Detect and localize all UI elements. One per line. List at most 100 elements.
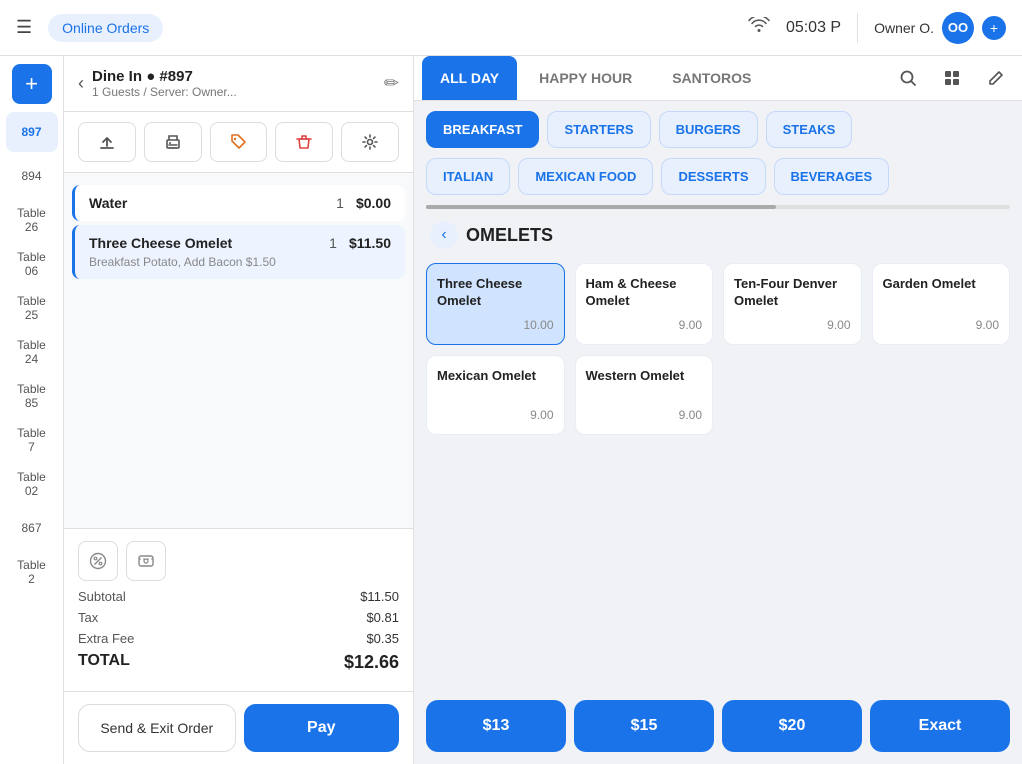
fee-icon-btn[interactable] (126, 541, 166, 581)
item-price-water: $0.00 (356, 195, 391, 211)
item-qty-omelet: 1 (329, 235, 337, 251)
tab-happy-hour[interactable]: HAPPY HOUR (521, 56, 650, 100)
order-edit-icon[interactable]: ✏ (384, 73, 399, 94)
item-qty-water: 1 (336, 195, 344, 211)
section-back-button[interactable]: ‹ (430, 221, 458, 249)
header-divider (857, 13, 858, 43)
menu-item-price-1: 9.00 (586, 318, 703, 332)
category-burgers[interactable]: BURGERS (659, 111, 758, 148)
sidebar-item-table-7[interactable]: Table7 (6, 420, 58, 460)
item-mods-omelet: Breakfast Potato, Add Bacon $1.50 (89, 255, 391, 269)
sidebar-item-table-06[interactable]: Table06 (6, 244, 58, 284)
category-breakfast[interactable]: BREAKFAST (426, 111, 539, 148)
send-exit-button[interactable]: Send & Exit Order (78, 704, 236, 752)
sidebar-item-table-02-label: Table02 (17, 470, 46, 499)
order-footer: Send & Exit Order Pay (64, 691, 413, 764)
menu-item-price-3: 9.00 (883, 318, 1000, 332)
menu-item-ten-four-denver-omelet[interactable]: Ten-Four Denver Omelet 9.00 (723, 263, 862, 345)
extra-fee-row: Extra Fee $0.35 (78, 631, 399, 646)
sidebar-item-table-2-label: Table2 (17, 558, 46, 587)
order-item-omelet[interactable]: Three Cheese Omelet 1 $11.50 Breakfast P… (72, 225, 405, 279)
category-mexican-food[interactable]: MEXICAN FOOD (518, 158, 653, 195)
menu-item-name-5: Western Omelet (586, 368, 703, 385)
sidebar-item-867[interactable]: 867 (6, 508, 58, 548)
action-tag-btn[interactable] (210, 122, 268, 162)
sidebar-item-894[interactable]: 894 (6, 156, 58, 196)
order-summary: Subtotal $11.50 Tax $0.81 Extra Fee $0.3… (64, 528, 413, 691)
item-price-omelet: $11.50 (349, 235, 391, 251)
online-orders-button[interactable]: Online Orders (48, 14, 163, 42)
sidebar-item-table-7-label: Table7 (17, 426, 46, 455)
menu-item-price-5: 9.00 (586, 408, 703, 422)
add-button[interactable]: + (12, 64, 52, 104)
subtotal-value: $11.50 (360, 589, 399, 604)
section-header: ‹ OMELETS (414, 211, 1022, 255)
owner-button[interactable]: Owner O. OO + (874, 12, 1006, 44)
order-back-button[interactable]: ‹ (78, 73, 84, 94)
tab-all-day[interactable]: ALL DAY (422, 56, 517, 100)
order-number: #897 (159, 68, 192, 85)
sidebar-item-table-25[interactable]: Table25 (6, 288, 58, 328)
sidebar-item-table-24-label: Table24 (17, 338, 46, 367)
owner-expand-icon[interactable]: + (982, 16, 1006, 40)
sidebar-item-table-02[interactable]: Table02 (6, 464, 58, 504)
sidebar-item-table-85-label: Table85 (17, 382, 46, 411)
sidebar-item-897[interactable]: 897 (6, 112, 58, 152)
order-item-water[interactable]: Water 1 $0.00 (72, 185, 405, 221)
menu-tabs: ALL DAY HAPPY HOUR SANTOROS (414, 56, 1022, 101)
item-name-water: Water (89, 195, 324, 211)
order-header: ‹ Dine In ● #897 1 Guests / Server: Owne… (64, 56, 413, 112)
extra-fee-value: $0.35 (366, 631, 399, 646)
menu-item-price-0: 10.00 (437, 318, 554, 332)
menu-item-garden-omelet[interactable]: Garden Omelet 9.00 (872, 263, 1011, 345)
menu-panel: ALL DAY HAPPY HOUR SANTOROS (414, 56, 1022, 764)
menu-item-name-3: Garden Omelet (883, 276, 1000, 293)
order-panel: ‹ Dine In ● #897 1 Guests / Server: Owne… (64, 56, 414, 764)
category-italian[interactable]: ITALIAN (426, 158, 510, 195)
menu-item-western-omelet[interactable]: Western Omelet 9.00 (575, 355, 714, 435)
main-layout: + 897 894 Table26 Table06 Table25 Table2… (0, 56, 1022, 764)
order-item-row-2: Three Cheese Omelet 1 $11.50 (89, 235, 391, 251)
sidebar-item-table-2[interactable]: Table2 (6, 552, 58, 592)
menu-item-mexican-omelet[interactable]: Mexican Omelet 9.00 (426, 355, 565, 435)
action-settings-btn[interactable] (341, 122, 399, 162)
discount-icon-btn[interactable] (78, 541, 118, 581)
quick-pay-15[interactable]: $15 (574, 700, 714, 752)
menu-item-name-1: Ham & Cheese Omelet (586, 276, 703, 310)
edit-icon-btn[interactable] (978, 60, 1014, 96)
action-delete-btn[interactable] (275, 122, 333, 162)
quick-pay-20[interactable]: $20 (722, 700, 862, 752)
tax-row: Tax $0.81 (78, 610, 399, 625)
category-starters[interactable]: STARTERS (547, 111, 650, 148)
menu-item-name-2: Ten-Four Denver Omelet (734, 276, 851, 310)
order-dot: ● (146, 68, 159, 85)
order-title: Dine In ● #897 (92, 68, 376, 85)
sidebar-item-table-25-label: Table25 (17, 294, 46, 323)
sidebar-item-table-24[interactable]: Table24 (6, 332, 58, 372)
search-icon-btn[interactable] (890, 60, 926, 96)
category-desserts[interactable]: DESSERTS (661, 158, 765, 195)
item-name-omelet: Three Cheese Omelet (89, 235, 317, 251)
order-subtitle: 1 Guests / Server: Owner... (92, 85, 376, 99)
pay-button[interactable]: Pay (244, 704, 400, 752)
sidebar-item-table-26[interactable]: Table26 (6, 200, 58, 240)
category-steaks[interactable]: STEAKS (766, 111, 853, 148)
grid-icon-btn[interactable] (934, 60, 970, 96)
menu-item-price-4: 9.00 (437, 408, 554, 422)
subtotal-row: Subtotal $11.50 (78, 589, 399, 604)
sidebar-item-table-85[interactable]: Table85 (6, 376, 58, 416)
app-header: ☰ Online Orders 05:03 P Owner O. OO + (0, 0, 1022, 56)
menu-item-ham-cheese-omelet[interactable]: Ham & Cheese Omelet 9.00 (575, 263, 714, 345)
quick-pay-13[interactable]: $13 (426, 700, 566, 752)
menu-item-three-cheese-omelet[interactable]: Three Cheese Omelet 10.00 (426, 263, 565, 345)
category-row-2: ITALIAN MEXICAN FOOD DESSERTS BEVERAGES (414, 158, 1022, 205)
menu-items-grid: Three Cheese Omelet 10.00 Ham & Cheese O… (414, 255, 1022, 443)
action-print-btn[interactable] (144, 122, 202, 162)
category-beverages[interactable]: BEVERAGES (774, 158, 890, 195)
quick-pay-exact[interactable]: Exact (870, 700, 1010, 752)
menu-icon[interactable]: ☰ (16, 17, 32, 38)
owner-avatar: OO (942, 12, 974, 44)
tab-santoros[interactable]: SANTOROS (654, 56, 769, 100)
section-title: OMELETS (466, 225, 553, 246)
action-send-btn[interactable] (78, 122, 136, 162)
